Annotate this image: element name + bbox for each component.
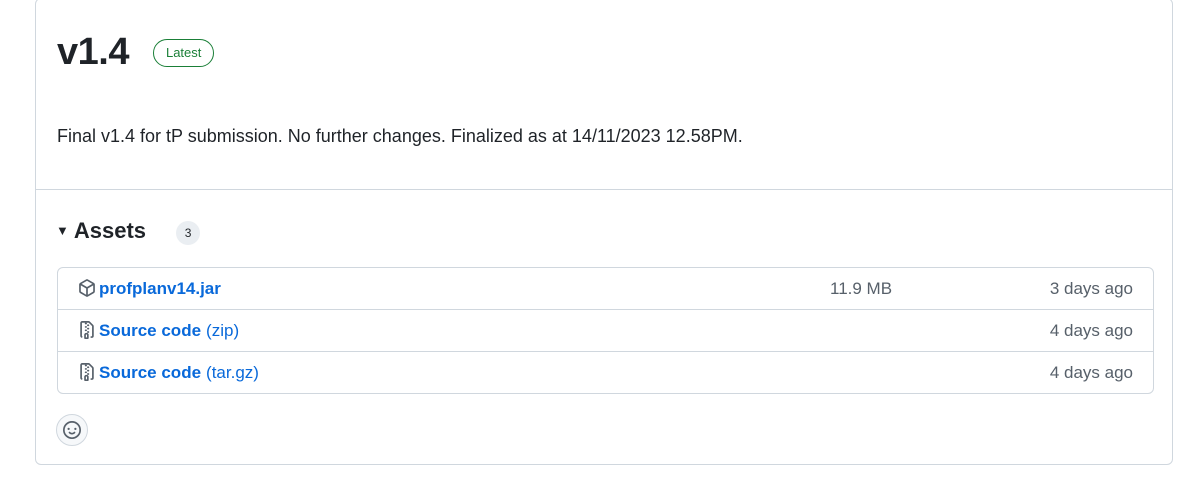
asset-size: 11.9 MB (830, 279, 893, 298)
assets-toggle[interactable]: ▼ Assets 3 (56, 217, 201, 245)
release-card: v1.4 Latest Final v1.4 for tP submission… (35, 0, 1173, 465)
latest-badge: Latest (152, 39, 215, 67)
file-zip-icon (80, 321, 94, 339)
asset-date: 4 days ago (1049, 363, 1133, 382)
package-icon (79, 279, 95, 297)
asset-suffix: (zip) (206, 321, 240, 340)
asset-row: Source code (zip) 4 days ago (58, 309, 1153, 351)
asset-name: Source code (99, 321, 202, 340)
assets-title: Assets (73, 218, 147, 243)
asset-link-source-zip[interactable]: Source code (zip) (99, 321, 239, 341)
asset-list: profplanv14.jar 11.9 MB 3 days ago Sourc… (57, 267, 1154, 394)
divider (36, 189, 1172, 190)
asset-suffix: (tar.gz) (206, 363, 259, 382)
add-reaction-button[interactable] (56, 414, 88, 446)
release-description: Final v1.4 for tP submission. No further… (57, 126, 743, 146)
asset-name: profplanv14.jar (99, 279, 221, 298)
triangle-down-icon: ▼ (56, 223, 69, 238)
asset-link-jar[interactable]: profplanv14.jar (99, 279, 221, 299)
asset-date: 3 days ago (1049, 279, 1133, 298)
assets-count-badge: 3 (176, 221, 201, 245)
asset-name: Source code (99, 363, 202, 382)
asset-date: 4 days ago (1049, 321, 1133, 340)
file-zip-icon (80, 363, 94, 381)
release-version[interactable]: v1.4 (57, 29, 129, 75)
release-header: v1.4 Latest (57, 29, 215, 75)
smiley-icon (63, 421, 81, 439)
asset-link-source-targz[interactable]: Source code (tar.gz) (99, 363, 259, 383)
asset-row: profplanv14.jar 11.9 MB 3 days ago (58, 268, 1153, 309)
asset-row: Source code (tar.gz) 4 days ago (58, 351, 1153, 393)
